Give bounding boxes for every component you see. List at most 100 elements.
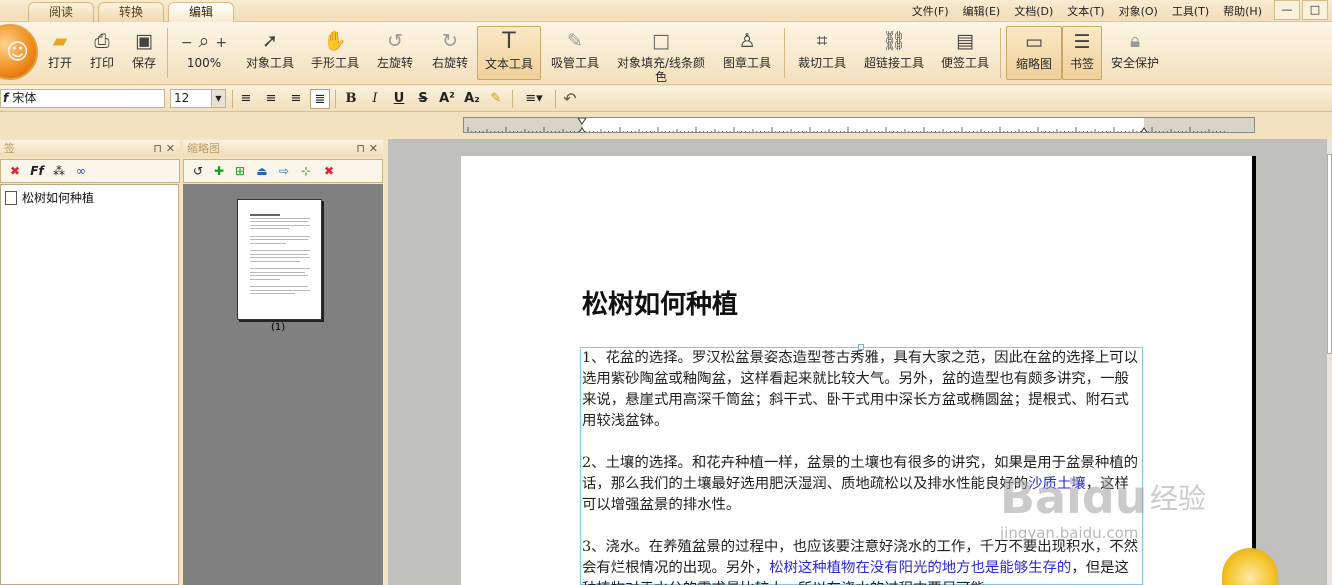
italic-button[interactable]: I — [365, 89, 385, 109]
bookmark-item[interactable]: 松树如何种植 — [5, 189, 94, 206]
bookmark-tree: 松树如何种植 — [0, 184, 179, 585]
rotate-left-icon: ↺ — [387, 30, 403, 52]
add-page-icon[interactable]: ✚ — [211, 163, 227, 179]
rotate-left-label: 左旋转 — [376, 56, 413, 70]
font-size-select[interactable]: 12 ▼ — [170, 89, 226, 108]
export-page-icon[interactable]: ⇨ — [276, 163, 292, 179]
align-left-button[interactable]: ≡ — [236, 89, 256, 109]
text-tool-button[interactable]: T 文本工具 — [477, 26, 541, 80]
extract-page-icon[interactable]: ⏏ — [254, 163, 270, 179]
horizontal-ruler[interactable] — [463, 117, 1255, 133]
ruler-margin-left — [464, 118, 582, 132]
underline-button[interactable]: U — [389, 89, 409, 109]
bookmark-view-button[interactable]: ☰ 书签 — [1062, 26, 1102, 80]
thumbnail-text-line — [250, 271, 305, 273]
highlighter-icon: ✎ — [490, 91, 502, 106]
undo-button[interactable]: ↶ — [560, 89, 580, 109]
format-divider — [335, 90, 336, 108]
hyperlink-tool-button[interactable]: ⛓ 超链接工具 — [862, 26, 926, 80]
strikethrough-icon: S — [418, 91, 428, 106]
wand-icon[interactable]: ⁂ — [51, 163, 67, 179]
menu-help[interactable]: 帮助(H) — [1223, 3, 1262, 19]
strikethrough-button[interactable]: S — [413, 89, 433, 109]
print-button[interactable]: ⎙ 打印 — [85, 26, 119, 80]
align-left-icon: ≡ — [240, 91, 252, 106]
rotate-right-button[interactable]: ↻ 右旋转 — [429, 26, 471, 80]
chevron-down-icon[interactable]: ▼ — [211, 90, 225, 107]
tab-edit[interactable]: 编辑 — [168, 2, 234, 22]
stamp-tool-button[interactable]: ♙ 图章工具 — [720, 26, 774, 80]
line-spacing-button[interactable]: ≡▾ — [518, 89, 550, 109]
open-button[interactable]: ▰ 打开 — [43, 26, 77, 80]
subscript-button[interactable]: A₂ — [462, 89, 482, 109]
watermark-brand: Baidu — [1000, 470, 1148, 524]
fill-color-button[interactable]: □ 对象填充/线条颜色 — [614, 26, 708, 84]
zoom-in-button[interactable]: + — [215, 35, 227, 51]
rotate-left-button[interactable]: ↺ 左旋转 — [374, 26, 416, 80]
printer-icon: ⎙ — [94, 30, 110, 52]
app-logo[interactable]: ☺ — [0, 24, 38, 80]
menu-text[interactable]: 文本(T) — [1067, 3, 1104, 19]
open-label: 打开 — [47, 56, 72, 70]
menu-edit[interactable]: 编辑(E) — [963, 3, 1001, 19]
menu-bar: 文件(F) 编辑(E) 文档(D) 文本(T) 对象(O) 工具(T) 帮助(H… — [898, 0, 1262, 22]
save-button[interactable]: ▣ 保存 — [127, 26, 161, 80]
align-center-button[interactable]: ≡ — [261, 89, 281, 109]
menu-file[interactable]: 文件(F) — [912, 3, 949, 19]
vertical-scrollbar[interactable] — [1327, 139, 1332, 585]
document-title[interactable]: 松树如何种植 — [582, 284, 738, 321]
crop-tool-button[interactable]: ⌗ 裁切工具 — [795, 26, 849, 80]
align-justify-button[interactable]: ≣ — [310, 89, 330, 109]
text-t-icon: T — [502, 29, 516, 54]
security-button[interactable]: 🔒︎ 安全保护 — [1108, 26, 1162, 80]
lock-icon: 🔒︎ — [1129, 30, 1141, 52]
save-label: 保存 — [131, 56, 156, 70]
insert-page-icon[interactable]: ⊞ — [232, 163, 248, 179]
font-family-select[interactable]: f 宋体 — [0, 89, 165, 108]
close-icon[interactable]: ✕ — [166, 140, 175, 157]
maximize-button[interactable]: □ — [1302, 0, 1328, 20]
close-icon[interactable]: ✕ — [369, 140, 378, 157]
toolbar-divider — [784, 28, 785, 78]
thumbnail-text-line — [250, 217, 310, 219]
thumbnail-panel-title: 缩略图 — [187, 142, 220, 155]
font-style-icon[interactable]: Ff — [29, 163, 45, 179]
tab-read[interactable]: 阅读 — [28, 2, 94, 22]
format-toolbar: f 宋体 12 ▼ ≡ ≡ ≡ ≣ B I U S A² A₂ ✎ ≡▾ ↶ — [0, 86, 1332, 112]
eyedropper-icon: ✎ — [567, 30, 583, 52]
hand-tool-button[interactable]: ✋ 手形工具 — [309, 26, 361, 80]
thumbnail-text-line — [250, 260, 300, 262]
superscript-button[interactable]: A² — [437, 89, 457, 109]
note-tool-button[interactable]: ▤ 便签工具 — [938, 26, 992, 80]
highlight-button[interactable]: ✎ — [486, 89, 506, 109]
minimize-button[interactable]: — — [1274, 0, 1300, 20]
menu-tools[interactable]: 工具(T) — [1172, 3, 1209, 19]
hand-tool-label: 手形工具 — [310, 56, 359, 70]
delete-bookmark-icon[interactable]: ✖ — [7, 163, 23, 179]
fill-square-icon: □ — [652, 30, 670, 52]
title-bar: 阅读 转换 编辑 文件(F) 编辑(E) 文档(D) 文本(T) 对象(O) 工… — [0, 0, 1332, 22]
object-tool-button[interactable]: ➚ 对象工具 — [244, 26, 296, 80]
window-controls: — □ — [1272, 0, 1332, 22]
page-thumbnail[interactable] — [237, 199, 322, 320]
replace-page-icon[interactable]: ⊹ — [298, 163, 314, 179]
thumbnail-view-button[interactable]: ▭ 缩略图 — [1006, 26, 1062, 80]
paragraph-1[interactable]: 1、花盆的选择。罗汉松盆景姿态造型苍古秀雅，具有大家之范，因此在盆的选择上可以选… — [582, 348, 1138, 432]
eyedropper-tool-button[interactable]: ✎ 吸管工具 — [549, 26, 601, 80]
pin-icon[interactable]: ⊓ — [356, 140, 365, 157]
scrollbar-thumb[interactable] — [1327, 154, 1332, 354]
pin-icon[interactable]: ⊓ — [153, 140, 162, 157]
bold-button[interactable]: B — [341, 89, 361, 109]
zoom-out-button[interactable]: − — [181, 35, 193, 51]
paragraph-3[interactable]: 3、浇水。在养殖盆景的过程中，也应该要注意好浇水的工作，千万不要出现积水，不然会… — [582, 537, 1138, 585]
align-right-button[interactable]: ≡ — [286, 89, 306, 109]
binoculars-icon[interactable]: ∞ — [73, 163, 89, 179]
delete-page-icon[interactable]: ✖ — [321, 163, 337, 179]
align-right-icon: ≡ — [290, 91, 302, 106]
rotate-page-icon[interactable]: ↺ — [190, 163, 206, 179]
tab-convert[interactable]: 转换 — [98, 2, 164, 22]
mascot-icon: ☺ — [6, 40, 29, 65]
menu-object[interactable]: 对象(O) — [1119, 3, 1158, 19]
magnifier-icon[interactable]: ⌕ — [199, 30, 210, 52]
menu-document[interactable]: 文档(D) — [1014, 3, 1053, 19]
